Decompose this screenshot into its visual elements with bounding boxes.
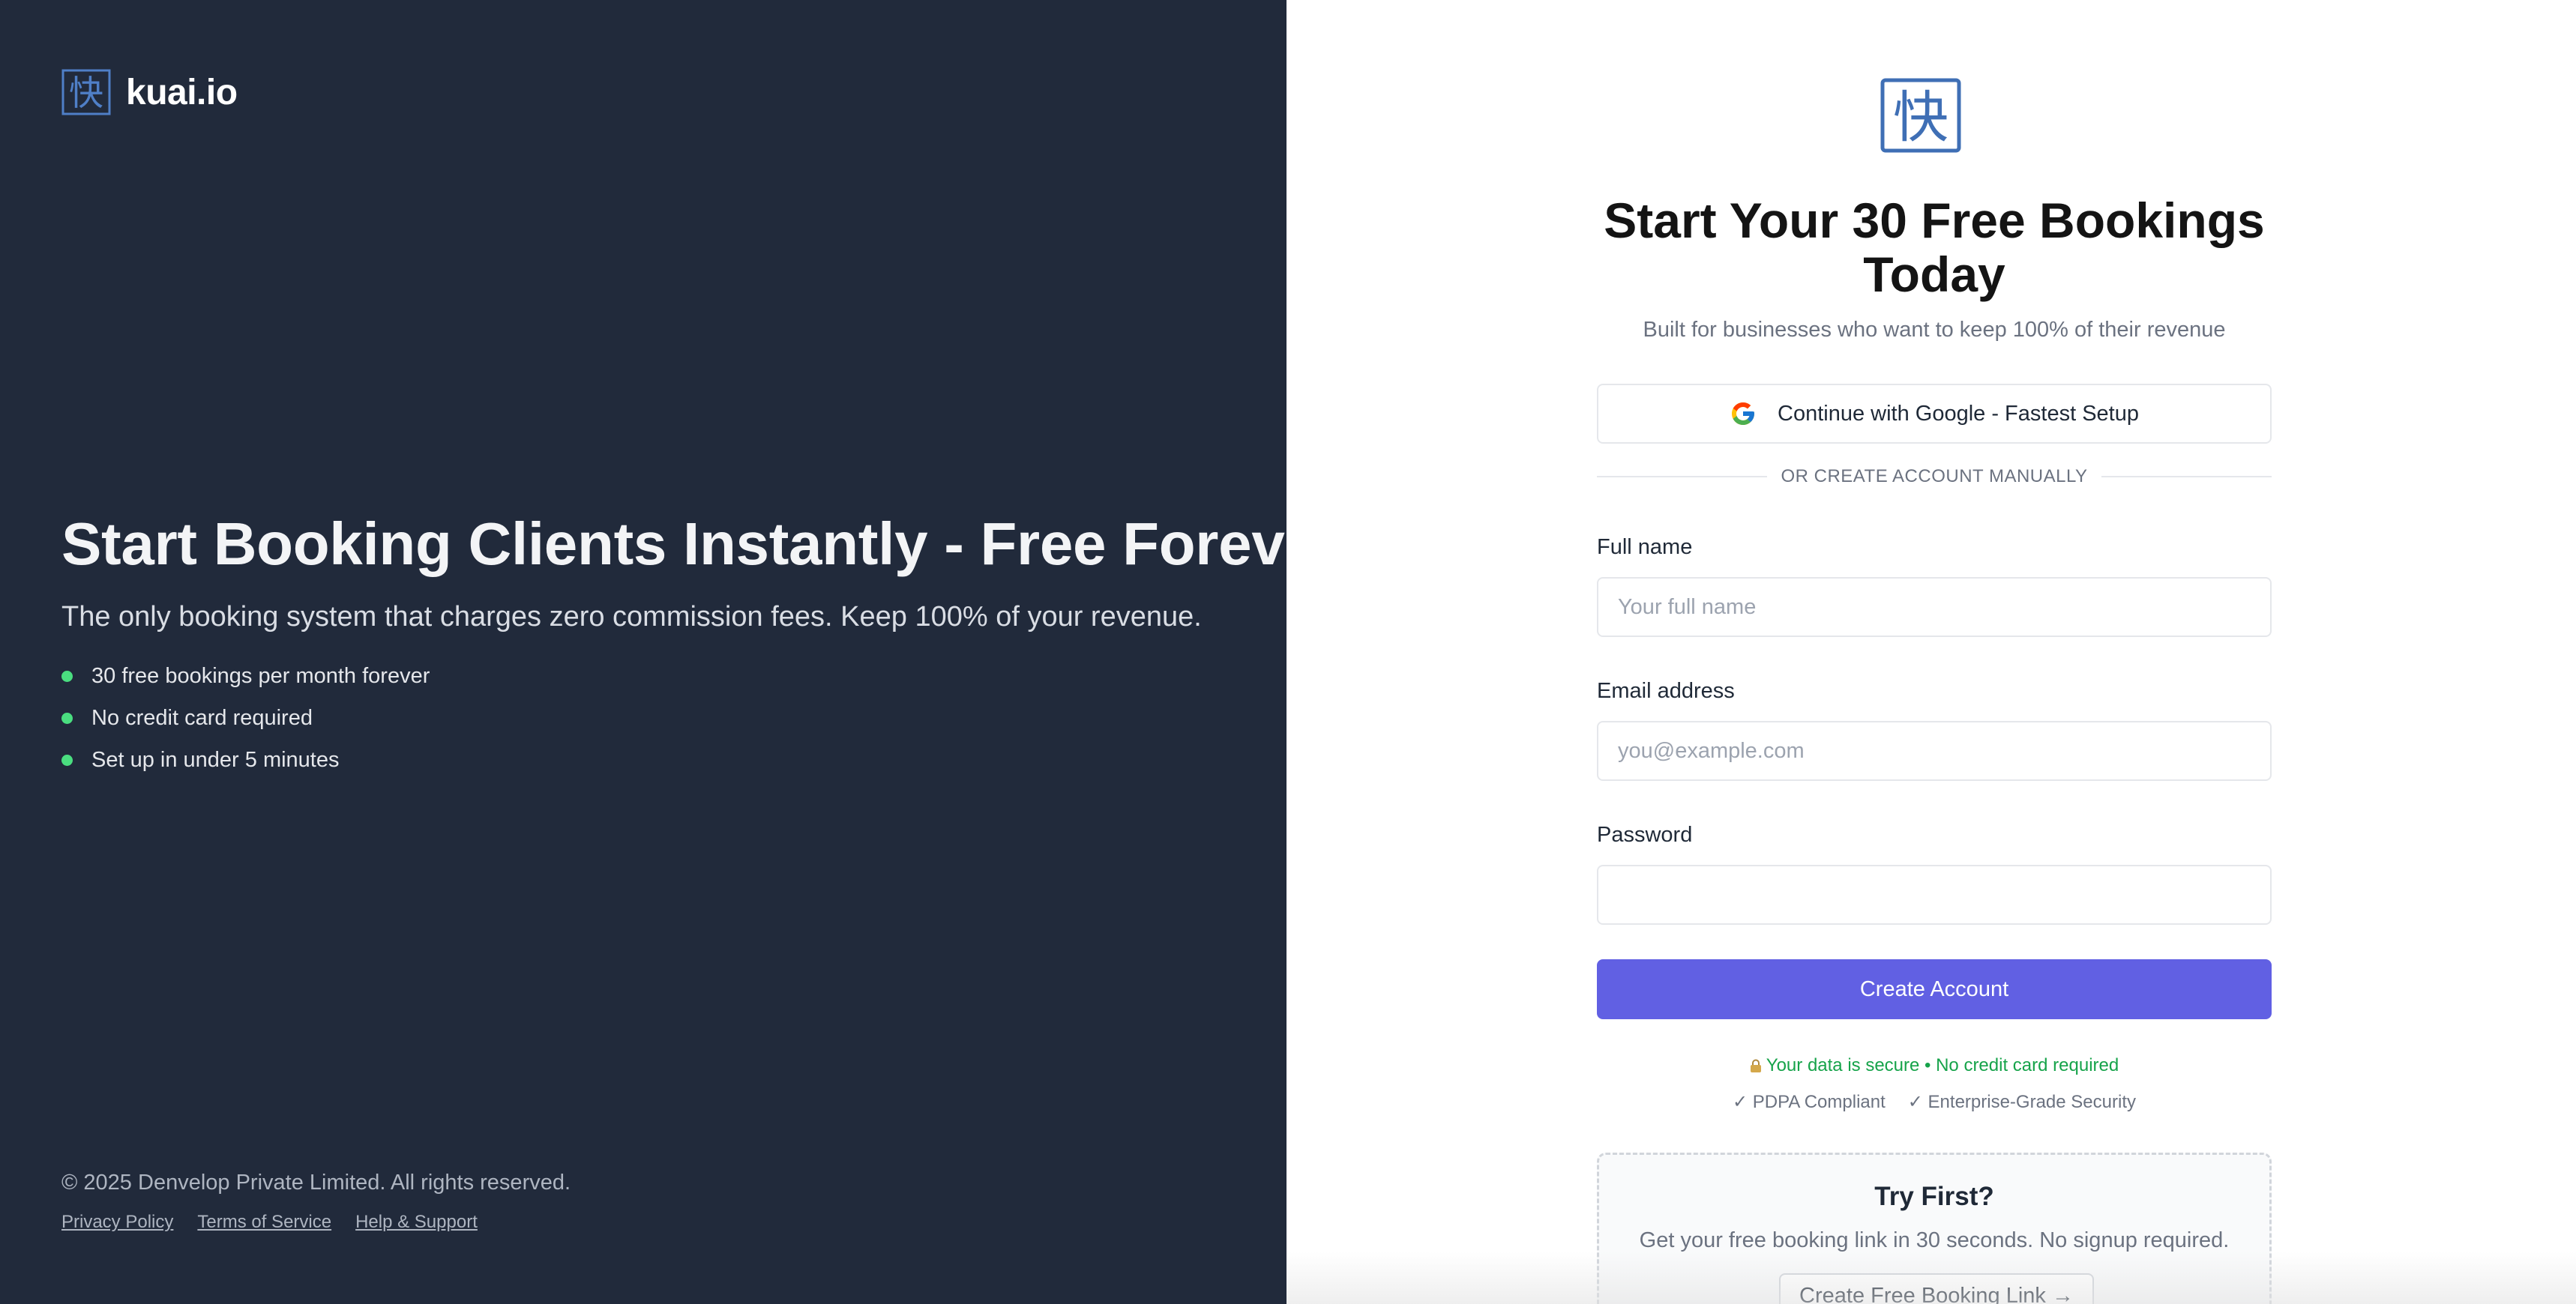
hero-subtitle: The only booking system that charges zer… — [61, 601, 1202, 633]
hero: Start Booking Clients Instantly - Free F… — [61, 507, 1341, 781]
svg-text:快: 快 — [69, 73, 103, 113]
kuai-logo-icon: 快 — [1880, 78, 1961, 153]
benefit-item: No credit card required — [61, 697, 1261, 739]
password-label: Password — [1597, 823, 1693, 847]
password-input[interactable] — [1597, 865, 2272, 925]
pdpa-badge: ✓ PDPA Compliant — [1733, 1092, 1886, 1112]
email-input[interactable] — [1597, 721, 2272, 781]
benefit-list: 30 free bookings per month forever No cr… — [61, 655, 1261, 781]
form-logo: 快 — [1880, 78, 1961, 153]
benefit-item: 30 free bookings per month forever — [61, 655, 1261, 697]
google-signin-button[interactable]: Continue with Google - Fastest Setup — [1597, 384, 2272, 444]
email-label: Email address — [1597, 679, 1735, 703]
divider-label: OR CREATE ACCOUNT MANUALLY — [1781, 466, 2088, 486]
full-name-input[interactable] — [1597, 577, 2272, 637]
svg-text:快: 快 — [1893, 85, 1948, 150]
google-button-label: Continue with Google - Fastest Setup — [1778, 401, 2139, 426]
create-booking-link-button[interactable]: Create Free Booking Link → — [1779, 1273, 2094, 1304]
copyright: © 2025 Denvelop Private Limited. All rig… — [61, 1171, 571, 1195]
marketing-panel: 快 kuai.io Start Booking Clients Instantl… — [0, 0, 1341, 1304]
brand[interactable]: 快 kuai.io — [61, 69, 238, 115]
full-name-label: Full name — [1597, 535, 1693, 559]
signup-title: Start Your 30 Free Bookings Today — [1604, 193, 2265, 302]
try-first-card: Try First? Get your free booking link in… — [1597, 1153, 2272, 1304]
footer-links: Privacy Policy Terms of Service Help & S… — [61, 1212, 571, 1233]
terms-of-service-link[interactable]: Terms of Service — [197, 1212, 331, 1233]
hero-title: Start Booking Clients Instantly - Free F… — [61, 510, 1341, 577]
bullet-dot-icon — [61, 670, 73, 682]
security-badge: ✓ Enterprise-Grade Security — [1907, 1092, 2136, 1112]
create-account-button[interactable]: Create Account — [1597, 959, 2272, 1019]
brand-name: kuai.io — [126, 72, 238, 112]
or-divider: OR CREATE ACCOUNT MANUALLY — [1597, 466, 2272, 487]
bullet-dot-icon — [61, 712, 73, 724]
signup-panel: 快 Start Your 30 Free Bookings Today Buil… — [1287, 0, 2576, 1304]
footer: © 2025 Denvelop Private Limited. All rig… — [61, 1171, 571, 1233]
compliance-badges: ✓ PDPA Compliant ✓ Enterprise-Grade Secu… — [1597, 1091, 2272, 1113]
signup-subtitle: Built for businesses who want to keep 10… — [1643, 318, 2226, 342]
divider-line — [1597, 476, 1768, 477]
kuai-logo-icon: 快 — [61, 69, 111, 115]
privacy-policy-link[interactable]: Privacy Policy — [61, 1212, 173, 1233]
bullet-dot-icon — [61, 754, 73, 766]
lock-icon — [1750, 1059, 1761, 1072]
divider-line — [2101, 476, 2272, 477]
google-icon — [1732, 402, 1754, 425]
try-first-description: Get your free booking link in 30 seconds… — [1639, 1228, 2230, 1252]
help-support-link[interactable]: Help & Support — [355, 1212, 478, 1233]
try-first-title: Try First? — [1874, 1182, 1994, 1211]
benefit-item: Set up in under 5 minutes — [61, 739, 1261, 781]
secure-note: Your data is secure • No credit card req… — [1597, 1055, 2272, 1076]
